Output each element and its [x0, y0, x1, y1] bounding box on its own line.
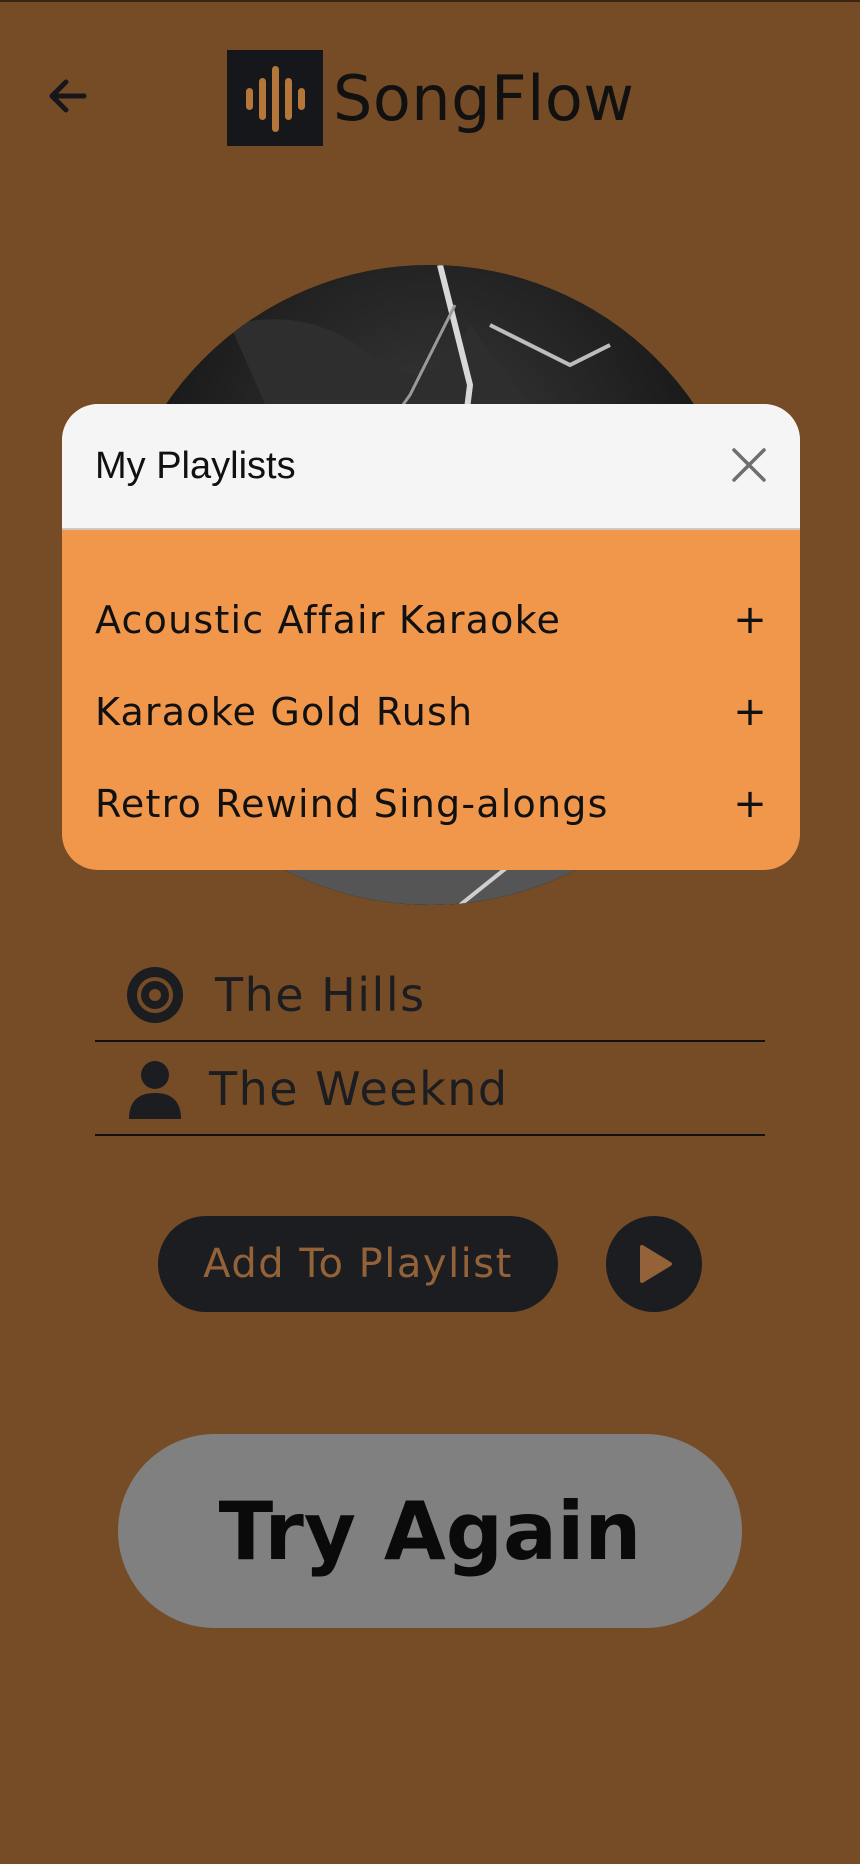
modal-header: My Playlists [62, 404, 800, 530]
back-button[interactable] [40, 68, 96, 124]
plus-icon[interactable]: + [733, 781, 767, 827]
song-title-row: The Hills [95, 950, 765, 1042]
person-icon [125, 1059, 185, 1119]
song-title: The Hills [215, 968, 426, 1022]
close-button[interactable] [726, 442, 772, 488]
app-name: SongFlow [333, 61, 635, 135]
modal-title: My Playlists [95, 444, 296, 487]
sound-wave-icon [227, 50, 323, 146]
try-again-button[interactable]: Try Again [118, 1434, 742, 1628]
top-border [0, 0, 860, 2]
artist-row: The Weeknd [95, 1044, 765, 1136]
playlist-item[interactable]: Karaoke Gold Rush + [62, 666, 800, 758]
play-icon [640, 1245, 672, 1283]
playlist-item[interactable]: Retro Rewind Sing-alongs + [62, 758, 800, 850]
playlist-name: Karaoke Gold Rush [95, 690, 474, 734]
add-to-playlist-button[interactable]: Add To Playlist [158, 1216, 558, 1312]
arrow-left-icon [49, 79, 87, 113]
playlist-name: Retro Rewind Sing-alongs [95, 782, 609, 826]
app-logo: SongFlow [227, 50, 634, 146]
close-icon [732, 448, 766, 482]
playlist-item[interactable]: Acoustic Affair Karaoke + [62, 574, 800, 666]
play-button[interactable] [606, 1216, 702, 1312]
plus-icon[interactable]: + [733, 597, 767, 643]
plus-icon[interactable]: + [733, 689, 767, 735]
artist-name: The Weeknd [209, 1062, 509, 1116]
playlist-list: Acoustic Affair Karaoke + Karaoke Gold R… [62, 574, 800, 850]
playlist-name: Acoustic Affair Karaoke [95, 598, 562, 642]
playlists-modal: My Playlists Acoustic Affair Karaoke + K… [62, 404, 800, 870]
disc-icon [125, 965, 185, 1025]
